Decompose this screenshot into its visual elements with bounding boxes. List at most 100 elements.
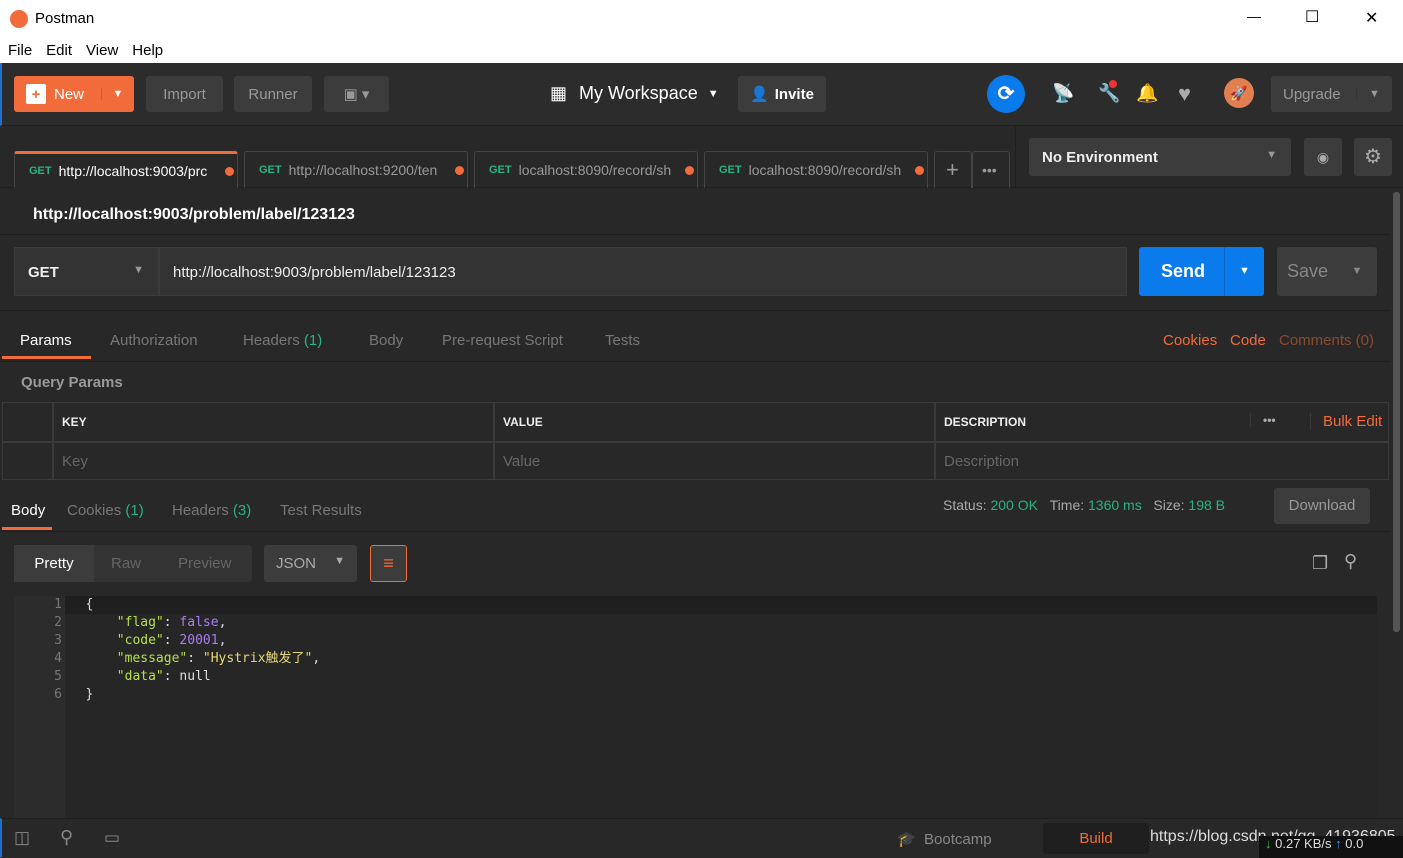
eye-icon[interactable]: ◉ [1304, 138, 1342, 176]
divider [0, 310, 1390, 311]
window-title: Postman [35, 10, 95, 27]
response-size: 198 B [1188, 497, 1225, 513]
invite-button[interactable]: 👤 Invite [738, 76, 826, 112]
response-tab-headers[interactable]: Headers (3) [172, 502, 251, 519]
table-header-checkbox [2, 402, 53, 442]
chevron-down-icon: ▼ [1224, 247, 1264, 296]
wrap-lines-icon[interactable]: ≡ [370, 545, 407, 582]
chevron-down-icon: ▼ [1266, 149, 1277, 161]
sidebar-toggle-icon[interactable]: ◫ [14, 828, 30, 848]
heart-icon[interactable]: ♥ [1178, 81, 1191, 107]
response-tab-body[interactable]: Body [11, 502, 45, 519]
sync-icon[interactable]: ⟳ [987, 75, 1025, 113]
table-header-value: VALUE [494, 402, 935, 442]
postman-logo-icon [10, 10, 28, 28]
chevron-down-icon: ▼ [101, 88, 134, 100]
search-icon[interactable]: ⚲ [1344, 551, 1357, 572]
divider [0, 531, 1390, 532]
menu-bar: File Edit View Help [0, 38, 1403, 63]
key-input[interactable]: Key [53, 442, 494, 480]
import-button[interactable]: Import [146, 76, 223, 112]
menu-help[interactable]: Help [132, 42, 163, 59]
tab-body[interactable]: Body [369, 332, 403, 349]
build-button[interactable]: Build [1043, 823, 1149, 854]
code-link[interactable]: Code [1230, 332, 1266, 349]
request-title: http://localhost:9003/problem/label/1231… [33, 206, 355, 223]
send-button[interactable]: Send ▼ [1139, 247, 1264, 296]
more-options-icon[interactable]: ••• [1250, 413, 1276, 427]
table-header-key: KEY [53, 402, 494, 442]
divider [0, 234, 1390, 235]
request-tab[interactable]: GET localhost:8090/record/sh [474, 151, 698, 188]
scrollbar[interactable] [1393, 192, 1400, 632]
environment-select[interactable]: No Environment ▼ [1029, 138, 1291, 176]
menu-view[interactable]: View [86, 42, 118, 59]
workspace-switcher[interactable]: ▦ My Workspace ▼ [550, 83, 719, 104]
value-input[interactable]: Value [494, 442, 935, 480]
response-body-editor[interactable]: 1 { 2 "flag": false, 3 "code": 20001, 4 … [14, 596, 1377, 818]
tab-prerequest-script[interactable]: Pre-request Script [442, 332, 563, 349]
response-time: 1360 ms [1088, 497, 1142, 513]
new-window-button[interactable]: ▣ ▾ [324, 76, 389, 112]
upgrade-button[interactable]: Upgrade ▼ [1271, 76, 1392, 112]
url-input[interactable]: http://localhost:9003/problem/label/1231… [159, 247, 1127, 296]
bulk-edit-link[interactable]: Bulk Edit [1310, 413, 1382, 430]
download-arrow-icon: ↓ [1265, 836, 1272, 851]
response-tab-test-results[interactable]: Test Results [280, 502, 362, 519]
divider [1015, 126, 1016, 188]
active-tab-indicator [2, 527, 52, 530]
tab-headers[interactable]: Headers (1) [243, 332, 322, 349]
find-icon[interactable]: ⚲ [60, 827, 73, 848]
method-select[interactable]: GET ▼ [14, 247, 159, 296]
request-tab[interactable]: GET http://localhost:9200/ten [244, 151, 468, 188]
cookies-link[interactable]: Cookies [1163, 332, 1217, 349]
menu-edit[interactable]: Edit [46, 42, 72, 59]
maximize-button[interactable]: ☐ [1305, 7, 1319, 27]
new-button[interactable]: + New ▼ [14, 76, 134, 112]
upload-arrow-icon: ↑ [1335, 836, 1342, 851]
menu-file[interactable]: File [8, 42, 32, 59]
unsaved-dot [914, 165, 924, 175]
response-meta: Status: 200 OK Time: 1360 ms Size: 198 B [943, 497, 1225, 513]
active-tab-indicator [2, 356, 91, 359]
unsaved-dot [454, 165, 464, 175]
chevron-down-icon: ▼ [707, 87, 719, 100]
comments-link[interactable]: Comments (0) [1279, 332, 1374, 349]
response-tab-cookies[interactable]: Cookies (1) [67, 502, 144, 519]
more-tabs-button[interactable]: ••• [972, 151, 1010, 188]
request-tab[interactable]: GET localhost:8090/record/sh [704, 151, 928, 188]
status-code: 200 OK [990, 497, 1038, 513]
format-select[interactable]: JSON ▼ [264, 545, 357, 582]
description-input[interactable]: Description [935, 442, 1389, 480]
tab-params[interactable]: Params [20, 332, 72, 349]
bootcamp-link[interactable]: 🎓 Bootcamp [897, 830, 992, 848]
add-tab-button[interactable]: + [934, 151, 972, 188]
header-toolbar: + New ▼ Import Runner ▣ ▾ ▦ My Workspace ▼… [0, 63, 1403, 126]
avatar[interactable]: 🚀 [1224, 78, 1254, 108]
chevron-down-icon: ▼ [334, 555, 345, 567]
request-tabs: GET http://localhost:9003/prc GET http://l… [0, 126, 1403, 188]
download-button[interactable]: Download [1274, 488, 1370, 524]
console-icon[interactable]: ▭ [104, 828, 120, 848]
network-speed: ↓ 0.27 KB/s ↑ 0.0 [1259, 836, 1403, 858]
minimize-button[interactable]: — [1247, 8, 1261, 24]
raw-button[interactable]: Raw [111, 555, 141, 572]
runner-button[interactable]: Runner [234, 76, 312, 112]
gear-icon[interactable]: ⚙ [1354, 138, 1392, 176]
save-button[interactable]: Save ▼ [1277, 247, 1377, 296]
table-row-checkbox[interactable] [2, 442, 53, 480]
close-button[interactable]: ✕ [1365, 8, 1378, 28]
request-tab[interactable]: GET http://localhost:9003/prc [14, 151, 238, 188]
table-header-description: DESCRIPTION ••• Bulk Edit [935, 402, 1389, 442]
pretty-button[interactable]: Pretty [14, 545, 94, 582]
divider [0, 361, 1390, 362]
bell-icon[interactable]: 🔔 [1136, 83, 1158, 104]
add-window-icon: ▣ ▾ [343, 86, 370, 103]
satellite-icon[interactable]: 📡 [1052, 83, 1074, 104]
copy-icon[interactable]: ❐ [1312, 553, 1328, 574]
graduation-cap-icon: 🎓 [897, 831, 916, 848]
tab-tests[interactable]: Tests [605, 332, 640, 349]
chevron-down-icon: ▼ [133, 264, 144, 276]
tab-authorization[interactable]: Authorization [110, 332, 198, 349]
preview-button[interactable]: Preview [178, 555, 231, 572]
